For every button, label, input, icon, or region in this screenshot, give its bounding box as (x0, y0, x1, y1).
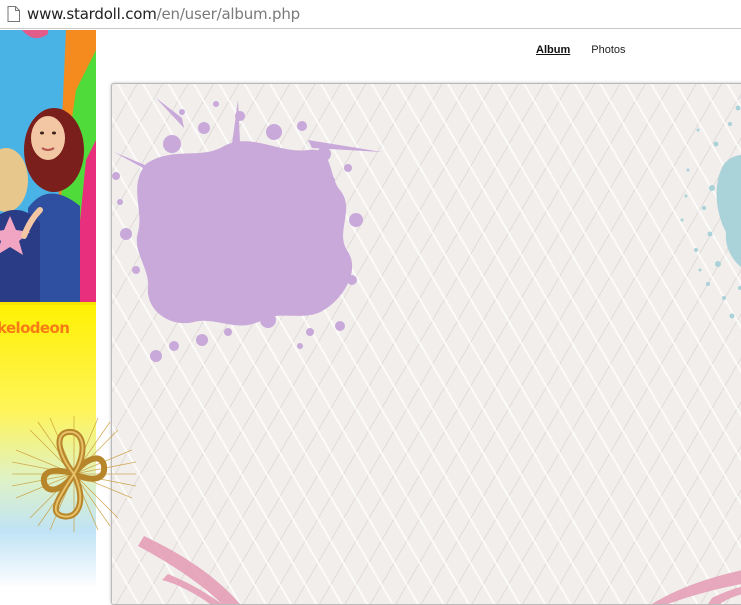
nickelodeon-logo: kelodeon (0, 319, 69, 337)
teal-splash (681, 97, 741, 319)
address-bar[interactable]: www.stardoll.com/en/user/album.php (0, 0, 741, 29)
tab-album[interactable]: Album (536, 44, 570, 56)
purple-splash (112, 98, 382, 362)
url-path: /en/user/album.php (157, 5, 300, 23)
album-decoration (112, 84, 741, 604)
album-nav: Album Photos (536, 44, 626, 56)
album-page (111, 83, 741, 605)
tab-photos[interactable]: Photos (591, 44, 625, 56)
pink-splash (138, 536, 741, 604)
url-host: www.stardoll.com (27, 5, 157, 23)
page-icon (7, 6, 20, 22)
album-content: Album Photos (96, 30, 741, 588)
url-text[interactable]: www.stardoll.com/en/user/album.php (27, 5, 300, 23)
gold-knot-ornament (8, 412, 140, 536)
